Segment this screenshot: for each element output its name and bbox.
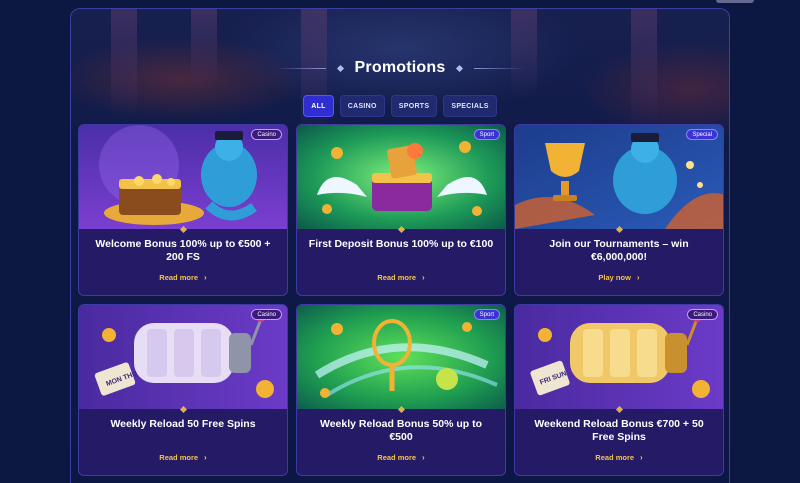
tab-casino[interactable]: CASINO <box>339 95 385 117</box>
promo-card[interactable]: FRI SUN Casino Weekend Reload Bonus €700… <box>514 304 724 476</box>
card-title: Weekly Reload 50 Free Spins <box>110 418 256 430</box>
category-badge: Special <box>686 129 718 140</box>
promo-card[interactable]: Sport First Deposit Bonus 100% up to €10… <box>296 124 506 296</box>
promo-card[interactable]: Special Join our Tournaments – win €6,00… <box>514 124 724 296</box>
winged-chest-illustration <box>297 125 505 229</box>
header-edge <box>716 0 754 3</box>
link-label: Read more <box>159 273 199 282</box>
filter-tabs: ALL CASINO SPORTS SPECIALS <box>71 95 729 117</box>
category-badge: Casino <box>251 309 282 320</box>
category-badge: Casino <box>687 309 718 320</box>
play-now-link[interactable]: Play now › <box>515 273 723 282</box>
title-divider <box>474 67 525 69</box>
card-title: Weekend Reload Bonus €700 + 50 Free Spin… <box>534 418 704 443</box>
read-more-link[interactable]: Read more › <box>297 453 505 462</box>
title-diamond-icon <box>456 64 464 72</box>
card-body: First Deposit Bonus 100% up to €100 Read… <box>297 229 505 295</box>
link-label: Read more <box>595 453 635 462</box>
cave-decoration <box>511 9 537 99</box>
promo-image-slot-fri-sun: FRI SUN Casino <box>515 305 723 409</box>
title-divider <box>275 67 326 69</box>
promo-image-sports-chest: Sport <box>297 125 505 229</box>
link-label: Read more <box>377 273 417 282</box>
promo-card[interactable]: Casino Welcome Bonus 100% up to €500 + 2… <box>78 124 288 296</box>
link-label: Play now <box>598 273 631 282</box>
tab-specials[interactable]: SPECIALS <box>443 95 497 117</box>
chevron-right-icon: › <box>204 273 207 282</box>
read-more-link[interactable]: Read more › <box>79 453 287 462</box>
promo-card[interactable]: Sport Weekly Reload Bonus 50% up to €500… <box>296 304 506 476</box>
card-title: Join our Tournaments – win €6,000,000! <box>549 238 689 263</box>
tab-all[interactable]: ALL <box>303 95 334 117</box>
chevron-right-icon: › <box>204 453 207 462</box>
tennis-racket-illustration <box>297 305 505 409</box>
slot-reel-illustration: MON THU <box>79 305 287 409</box>
promo-image-genie-treasure: Casino <box>79 125 287 229</box>
card-body: Join our Tournaments – win €6,000,000! P… <box>515 229 723 295</box>
read-more-link[interactable]: Read more › <box>79 273 287 282</box>
genie-trophy-illustration <box>515 125 723 229</box>
promotions-grid: Casino Welcome Bonus 100% up to €500 + 2… <box>78 124 724 476</box>
card-body: Welcome Bonus 100% up to €500 + 200 FS R… <box>79 229 287 295</box>
slot-reel-illustration: FRI SUN <box>515 305 723 409</box>
card-body: Weekly Reload 50 Free Spins Read more › <box>79 409 287 475</box>
cave-decoration <box>191 9 217 89</box>
card-body: Weekend Reload Bonus €700 + 50 Free Spin… <box>515 409 723 475</box>
promo-image-genie-trophy: Special <box>515 125 723 229</box>
link-label: Read more <box>377 453 417 462</box>
link-label: Read more <box>159 453 199 462</box>
title-diamond-icon <box>336 64 344 72</box>
category-badge: Sport <box>473 309 500 320</box>
read-more-link[interactable]: Read more › <box>297 273 505 282</box>
chevron-right-icon: › <box>636 273 640 282</box>
genie-chest-illustration <box>79 125 287 229</box>
chevron-right-icon: › <box>640 453 643 462</box>
read-more-link[interactable]: Read more › <box>515 453 723 462</box>
page-title: Promotions <box>354 59 446 76</box>
card-title: Weekly Reload Bonus 50% up to €500 <box>319 418 482 443</box>
card-body: Weekly Reload Bonus 50% up to €500 Read … <box>297 409 505 475</box>
category-badge: Sport <box>473 129 500 140</box>
card-title: Welcome Bonus 100% up to €500 + 200 FS <box>95 238 271 263</box>
promotions-panel: Promotions ALL CASINO SPORTS SPECIALS Ca… <box>70 8 730 483</box>
chevron-right-icon: › <box>422 453 425 462</box>
tab-sports[interactable]: SPORTS <box>390 95 438 117</box>
promo-image-slot-mon-thu: MON THU Casino <box>79 305 287 409</box>
card-title: First Deposit Bonus 100% up to €100 <box>308 238 494 250</box>
chevron-right-icon: › <box>422 273 425 282</box>
promo-card[interactable]: MON THU Casino Weekly Reload 50 Free Spi… <box>78 304 288 476</box>
category-badge: Casino <box>251 129 282 140</box>
promo-image-tennis: Sport <box>297 305 505 409</box>
title-row: Promotions <box>71 59 729 77</box>
